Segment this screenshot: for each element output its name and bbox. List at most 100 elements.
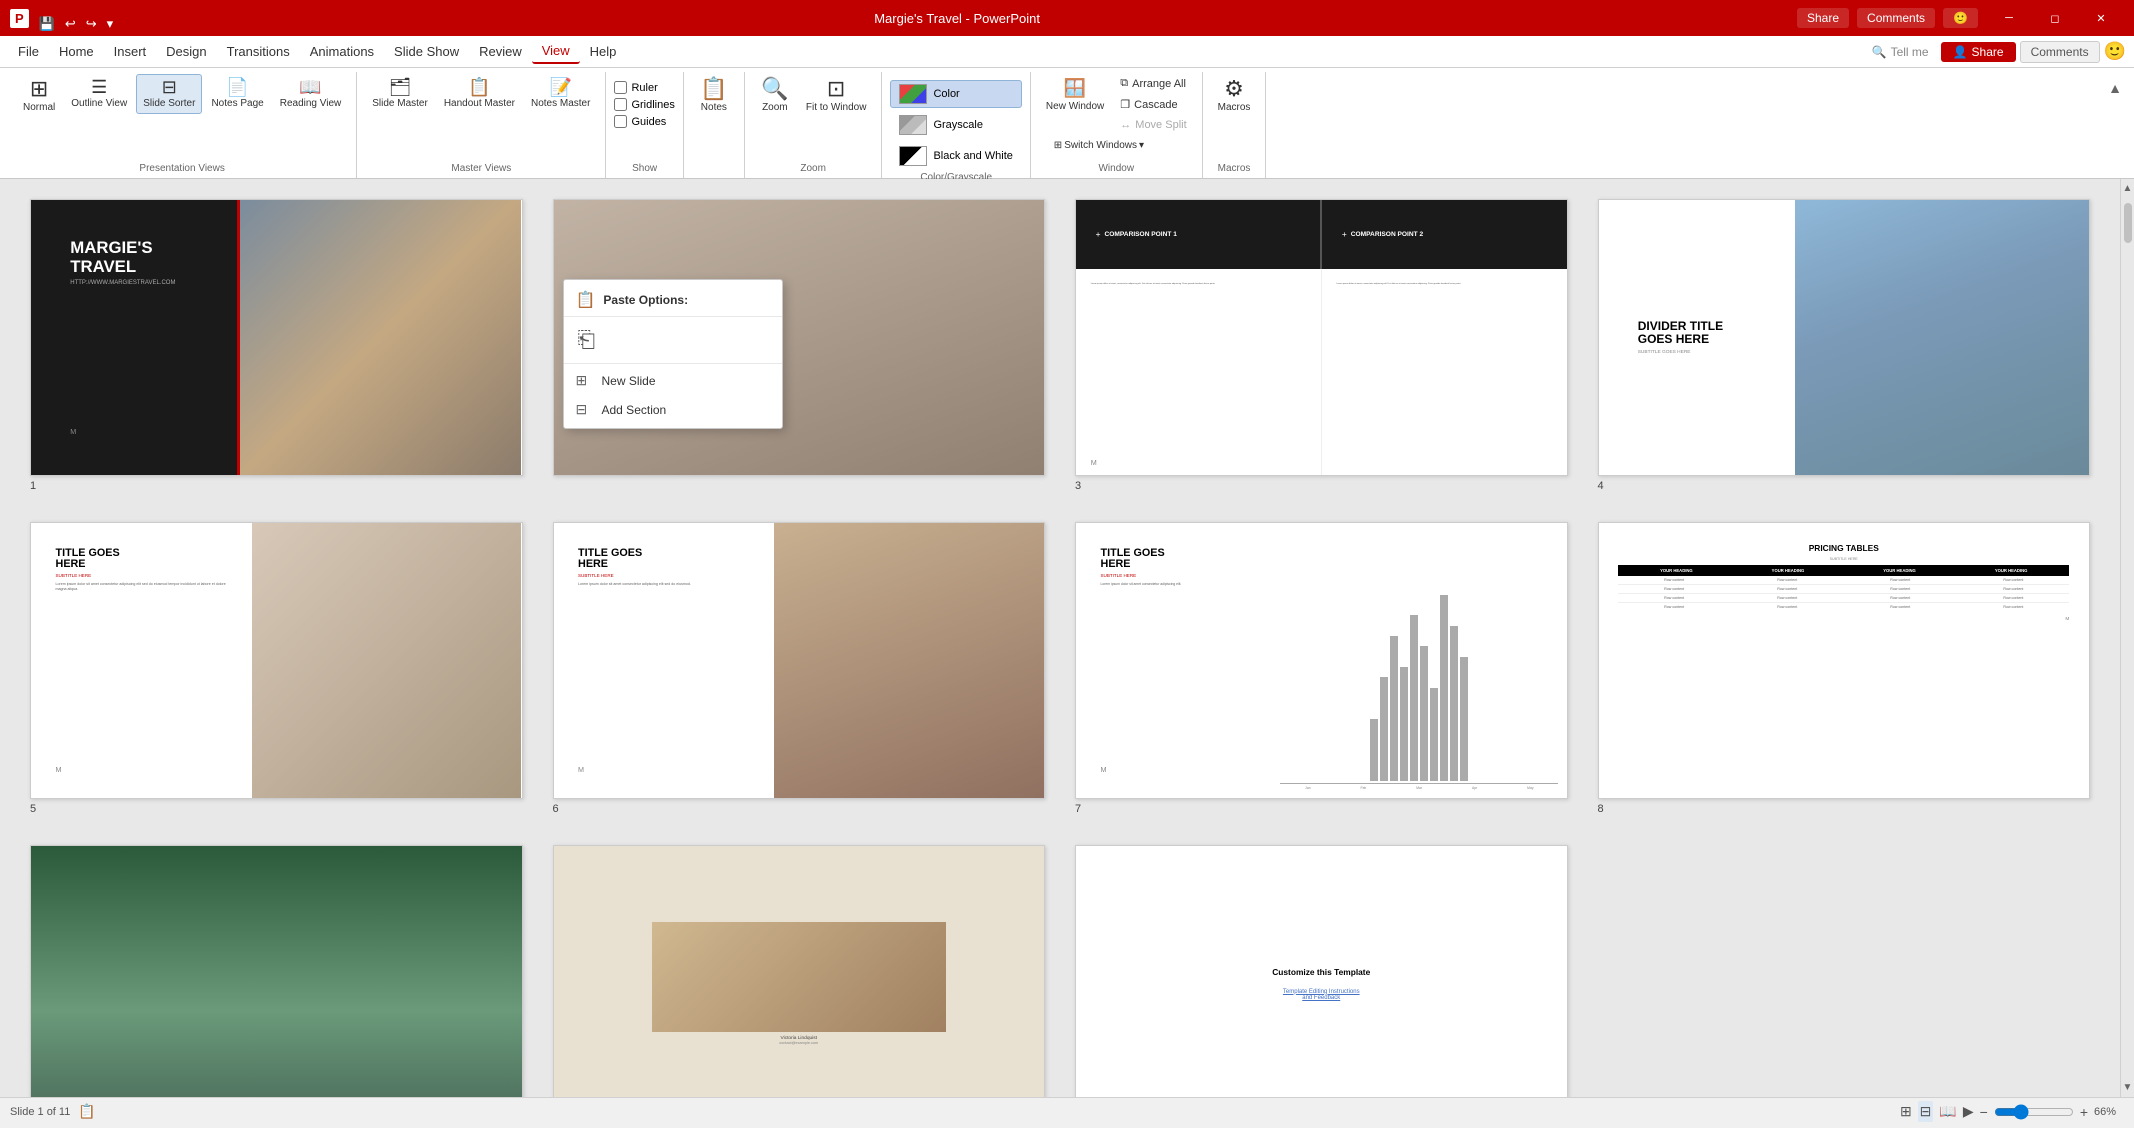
slide-sorter-icon: ⊟ bbox=[162, 78, 177, 96]
close-button[interactable]: ✕ bbox=[2078, 0, 2124, 36]
slide-item-3[interactable]: + COMPARISON POINT 1 + COMPARISON POINT … bbox=[1075, 199, 1568, 492]
slide-item-7[interactable]: TITLE GOESHERE SUBTITLE HERE Lorem ipsum… bbox=[1075, 522, 1568, 815]
macros-group: ⚙ Macros Macros bbox=[1203, 72, 1267, 178]
slide-item-6[interactable]: TITLE GOESHERE SUBTITLE HERE Lorem ipsum… bbox=[553, 522, 1046, 815]
slide-thumb-6[interactable]: TITLE GOESHERE SUBTITLE HERE Lorem ipsum… bbox=[553, 522, 1046, 799]
slide-item-4[interactable]: DIVIDER TITLEGOES HERE SUBTITLE GOES HER… bbox=[1598, 199, 2091, 492]
ruler-input[interactable] bbox=[614, 81, 627, 94]
tell-me-input[interactable]: Tell me bbox=[1891, 45, 1929, 59]
share-button-ribbon[interactable]: 👤Share bbox=[1941, 42, 2016, 62]
slide-thumb-9[interactable] bbox=[30, 845, 523, 1097]
slide-thumb-3[interactable]: + COMPARISON POINT 1 + COMPARISON POINT … bbox=[1075, 199, 1568, 476]
slide-item-1[interactable]: MARGIE'STRAVEL HTTP://WWW.MARGIESTRAVEL.… bbox=[30, 199, 523, 492]
slide-thumb-8[interactable]: PRICING TABLES SUBTITLE HERE YOUR HEADIN… bbox=[1598, 522, 2091, 799]
ruler-checkbox[interactable]: Ruler bbox=[614, 80, 674, 95]
outline-view-button[interactable]: ☰ Outline View bbox=[64, 74, 134, 114]
view-normal-status-icon[interactable]: ⊞ bbox=[1900, 1103, 1912, 1120]
status-bar: Slide 1 of 11 📋 ⊞ ⊟ 📖 ▶ − + 66% bbox=[0, 1097, 2134, 1125]
zoom-button[interactable]: 🔍 Zoom bbox=[753, 74, 797, 118]
reading-view-button[interactable]: 📖 Reading View bbox=[273, 74, 349, 114]
title-bar: P 💾 ↩ ↪ ▾ Margie's Travel - PowerPoint S… bbox=[0, 0, 2134, 36]
menu-slideshow[interactable]: Slide Show bbox=[384, 40, 469, 63]
undo-quick-btn[interactable]: ↩ bbox=[61, 14, 80, 34]
smiley-button[interactable]: 🙂 bbox=[1943, 8, 1978, 28]
slide-item-5[interactable]: TITLE GOESHERE SUBTITLE HERE Lorem ipsum… bbox=[30, 522, 523, 815]
move-split-button: ↔ Move Split bbox=[1113, 116, 1193, 134]
presenter-status-icon[interactable]: ▶ bbox=[1963, 1103, 1974, 1120]
share-button[interactable]: Share bbox=[1797, 8, 1849, 28]
menu-home[interactable]: Home bbox=[49, 40, 104, 63]
slide-thumb-7[interactable]: TITLE GOESHERE SUBTITLE HERE Lorem ipsum… bbox=[1075, 522, 1568, 799]
scroll-track[interactable] bbox=[2124, 198, 2132, 1078]
slide-master-button[interactable]: 🗂 Slide Master bbox=[365, 74, 435, 114]
grayscale-swatch bbox=[899, 115, 927, 135]
view-reading-status-icon[interactable]: 📖 bbox=[1939, 1103, 1956, 1120]
slide-thumb-10[interactable]: Victoria Lindquistcontact@example.com bbox=[553, 845, 1046, 1097]
handout-master-button[interactable]: 📋 Handout Master bbox=[437, 74, 522, 114]
macros-icon: ⚙ bbox=[1224, 78, 1244, 100]
zoom-in-button[interactable]: + bbox=[2080, 1104, 2088, 1120]
slide-thumb-11[interactable]: Customize this Template Template Editing… bbox=[1075, 845, 1568, 1097]
switch-windows-icon: ⊞ bbox=[1054, 140, 1062, 152]
fit-to-window-button[interactable]: ⊡ Fit to Window bbox=[799, 74, 874, 118]
cascade-button[interactable]: ❐ Cascade bbox=[1113, 95, 1193, 114]
slide-sorter-button[interactable]: ⊟ Slide Sorter bbox=[136, 74, 202, 114]
menu-file[interactable]: File bbox=[8, 40, 49, 63]
menu-help[interactable]: Help bbox=[580, 40, 627, 63]
add-section-item[interactable]: ⊟ Add Section bbox=[564, 395, 782, 424]
notes-master-button[interactable]: 📝 Notes Master bbox=[524, 74, 597, 114]
ribbon-collapse-button[interactable]: ▲ bbox=[2104, 76, 2126, 100]
slide-item-8[interactable]: PRICING TABLES SUBTITLE HERE YOUR HEADIN… bbox=[1598, 522, 2091, 815]
notes-page-button[interactable]: 📄 Notes Page bbox=[204, 74, 270, 114]
paste-icon-item[interactable]: ⎗ bbox=[564, 319, 782, 361]
notes-status-icon[interactable]: 📋 bbox=[78, 1103, 95, 1120]
slide5-title: TITLE GOESHERE bbox=[56, 548, 228, 572]
menu-transitions[interactable]: Transitions bbox=[217, 40, 300, 63]
gridlines-input[interactable] bbox=[614, 98, 627, 111]
comments-button[interactable]: Comments bbox=[1857, 8, 1935, 28]
menu-design[interactable]: Design bbox=[156, 40, 216, 63]
black-white-button[interactable]: Black and White bbox=[890, 142, 1021, 170]
normal-view-button[interactable]: ⊞ Normal bbox=[16, 74, 62, 118]
scroll-up-arrow[interactable]: ▲ bbox=[2121, 181, 2134, 196]
redo-quick-btn[interactable]: ↪ bbox=[82, 14, 101, 34]
notes-icon: 📋 bbox=[700, 78, 727, 100]
arrange-all-button[interactable]: ⧉ Arrange All bbox=[1113, 74, 1193, 93]
customize-quick-btn[interactable]: ▾ bbox=[103, 14, 118, 34]
slide-item-10[interactable]: Victoria Lindquistcontact@example.com bbox=[553, 845, 1046, 1097]
notes-button[interactable]: 📋 Notes bbox=[692, 74, 736, 118]
comments-button-ribbon[interactable]: Comments bbox=[2020, 41, 2100, 63]
new-slide-item[interactable]: ⊞ New Slide bbox=[564, 366, 782, 395]
zoom-group: 🔍 Zoom ⊡ Fit to Window Zoom bbox=[745, 72, 883, 178]
zoom-slider[interactable] bbox=[1994, 1104, 2074, 1120]
slide-item-9[interactable] bbox=[30, 845, 523, 1097]
menu-review[interactable]: Review bbox=[469, 40, 532, 63]
menu-insert[interactable]: Insert bbox=[104, 40, 157, 63]
menu-animations[interactable]: Animations bbox=[300, 40, 384, 63]
scroll-thumb[interactable] bbox=[2124, 203, 2132, 243]
slide-thumb-1[interactable]: MARGIE'STRAVEL HTTP://WWW.MARGIESTRAVEL.… bbox=[30, 199, 523, 476]
new-slide-icon: ⊞ bbox=[576, 372, 594, 389]
guides-input[interactable] bbox=[614, 115, 627, 128]
grayscale-button[interactable]: Grayscale bbox=[890, 111, 1021, 139]
slide-thumb-4[interactable]: DIVIDER TITLEGOES HERE SUBTITLE GOES HER… bbox=[1598, 199, 2091, 476]
vertical-scrollbar[interactable]: ▲ ▼ bbox=[2120, 179, 2134, 1097]
restore-button[interactable]: ◻ bbox=[2032, 0, 2078, 36]
gridlines-checkbox[interactable]: Gridlines bbox=[614, 97, 674, 112]
minimize-button[interactable]: ─ bbox=[1986, 0, 2032, 36]
color-button[interactable]: Color bbox=[890, 80, 1021, 108]
guides-checkbox[interactable]: Guides bbox=[614, 114, 674, 129]
new-window-button[interactable]: 🪟 New Window bbox=[1039, 74, 1111, 134]
slide-thumb-5[interactable]: TITLE GOESHERE SUBTITLE HERE Lorem ipsum… bbox=[30, 522, 523, 799]
emoji-button[interactable]: 🙂 bbox=[2104, 41, 2126, 62]
macros-button[interactable]: ⚙ Macros bbox=[1211, 74, 1258, 118]
save-quick-btn[interactable]: 💾 bbox=[35, 14, 59, 34]
slide-item-11[interactable]: Customize this Template Template Editing… bbox=[1075, 845, 1568, 1097]
zoom-level: 66% bbox=[2094, 1106, 2124, 1118]
menu-view[interactable]: View bbox=[532, 39, 580, 64]
scroll-down-arrow[interactable]: ▼ bbox=[2121, 1080, 2134, 1095]
view-sorter-status-icon[interactable]: ⊟ bbox=[1918, 1101, 1934, 1122]
slide-item-2[interactable]: DIVIDER TITLEGOES HERE 📋 Paste Options: … bbox=[553, 199, 1046, 492]
zoom-out-button[interactable]: − bbox=[1980, 1104, 1988, 1120]
switch-windows-button[interactable]: ⊞ Switch Windows ▾ bbox=[1039, 136, 1159, 156]
